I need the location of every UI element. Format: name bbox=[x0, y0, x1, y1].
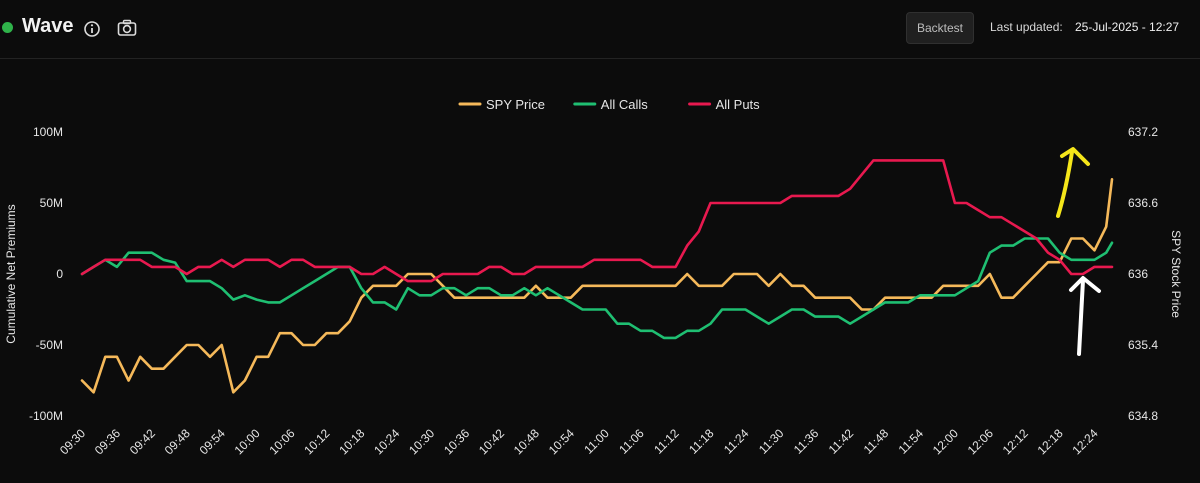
camera-icon[interactable] bbox=[117, 19, 137, 37]
x-tick-label: 09:42 bbox=[127, 426, 158, 457]
y-tick-label-left: -100M bbox=[29, 409, 63, 423]
legend-label: SPY Price bbox=[486, 97, 545, 112]
x-tick-label: 10:48 bbox=[511, 426, 542, 457]
x-tick-label: 12:06 bbox=[965, 426, 996, 457]
x-tick-label: 12:24 bbox=[1070, 426, 1101, 457]
x-tick-label: 10:30 bbox=[406, 426, 437, 457]
last-updated-value: 25-Jul-2025 - 12:27 bbox=[1075, 20, 1180, 34]
y-tick-label-right: 637.2 bbox=[1128, 125, 1158, 139]
x-tick-label: 11:54 bbox=[896, 426, 927, 457]
x-tick-label: 10:36 bbox=[441, 426, 472, 457]
y-axis-title-left: Cumulative Net Premiums bbox=[4, 204, 18, 343]
white-up-arrow bbox=[1077, 278, 1085, 356]
x-tick-label: 09:36 bbox=[92, 426, 123, 457]
info-icon[interactable] bbox=[83, 20, 101, 38]
last-updated-label: Last updated: bbox=[990, 20, 1063, 34]
yellow-arrow-head bbox=[1060, 147, 1090, 166]
x-tick-label: 11:48 bbox=[861, 426, 892, 457]
x-tick-label: 09:48 bbox=[162, 426, 193, 457]
y-axis-title-right: SPY Stock Price bbox=[1169, 230, 1183, 318]
series-line-all-puts bbox=[80, 159, 1114, 283]
legend-label: All Calls bbox=[601, 97, 648, 112]
series-line-all-calls bbox=[80, 237, 1114, 340]
yellow-up-arrow bbox=[1056, 150, 1074, 218]
y-tick-label-left: 0 bbox=[56, 267, 63, 281]
wave-chart: 100M 50M 0 -50M -100M 637.2 636.6 636 635.4 634.8… bbox=[4, 97, 1183, 457]
x-tick-label: 09:30 bbox=[57, 426, 88, 457]
series-line-spy-price bbox=[80, 178, 1114, 394]
legend-label: All Puts bbox=[716, 97, 761, 112]
backtest-button[interactable]: Backtest bbox=[906, 12, 974, 44]
app-title: Wave bbox=[22, 15, 74, 37]
y-tick-label-right: 636 bbox=[1128, 267, 1148, 281]
x-tick-label: 12:18 bbox=[1035, 426, 1066, 457]
x-tick-label: 10:24 bbox=[371, 426, 402, 457]
x-tick-label: 09:54 bbox=[197, 426, 228, 457]
x-tick-label: 10:00 bbox=[232, 426, 263, 457]
x-tick-label: 11:24 bbox=[721, 426, 752, 457]
y-tick-label-left: -50M bbox=[36, 338, 63, 352]
x-tick-label: 10:06 bbox=[266, 426, 297, 457]
y-tick-label-right: 636.6 bbox=[1128, 196, 1158, 210]
x-tick-label: 11:12 bbox=[651, 426, 682, 457]
y-tick-label-right: 634.8 bbox=[1128, 409, 1158, 423]
x-tick-label: 11:06 bbox=[616, 426, 647, 457]
x-tick-label: 12:00 bbox=[930, 426, 961, 457]
white-arrow-head bbox=[1069, 276, 1101, 293]
status-dot bbox=[2, 22, 13, 33]
x-tick-label: 11:36 bbox=[791, 426, 822, 457]
header-bar: Wave Backtest Last updated: 25-Jul-2025 … bbox=[0, 0, 1200, 59]
y-tick-label-left: 100M bbox=[33, 125, 63, 139]
x-tick-label: 10:54 bbox=[546, 426, 577, 457]
x-tick-label: 11:30 bbox=[756, 426, 787, 457]
x-tick-label: 11:00 bbox=[581, 426, 612, 457]
x-tick-label: 10:12 bbox=[301, 426, 332, 457]
x-tick-label: 12:12 bbox=[1000, 426, 1031, 457]
x-tick-label: 11:42 bbox=[826, 426, 857, 457]
x-tick-label: 10:42 bbox=[476, 426, 507, 457]
x-tick-label: 10:18 bbox=[336, 426, 367, 457]
y-tick-label-left: 50M bbox=[40, 196, 63, 210]
y-tick-label-right: 635.4 bbox=[1128, 338, 1158, 352]
x-tick-label: 11:18 bbox=[686, 426, 717, 457]
